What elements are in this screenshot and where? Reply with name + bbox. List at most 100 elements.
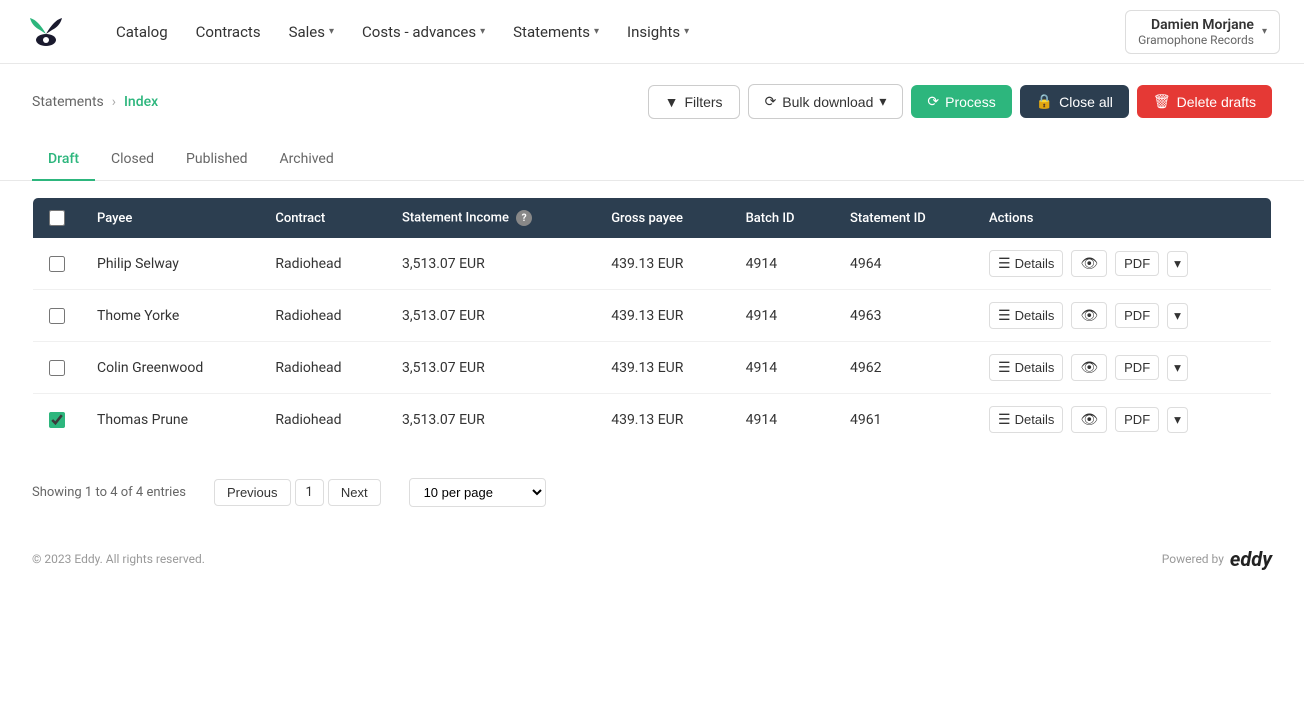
statements-table: Payee Contract Statement Income ? Gross … [32, 197, 1272, 446]
nav-links: Catalog Contracts Sales ▾ Costs - advanc… [116, 23, 1093, 41]
actions-cell: ☰ Details 👁 PDF ▾ [973, 238, 1271, 290]
footer-brand: Powered by eddy [1162, 547, 1272, 571]
nav-catalog[interactable]: Catalog [116, 23, 168, 41]
tab-closed[interactable]: Closed [95, 139, 170, 181]
filter-icon: ▼ [665, 94, 679, 110]
gross-payee-cell: 439.13 EUR [595, 290, 729, 342]
batch-id-header: Batch ID [730, 198, 834, 239]
statements-chevron-icon: ▾ [594, 26, 599, 37]
details-button-3[interactable]: ☰ Details [989, 406, 1063, 433]
row-dropdown-3[interactable]: ▾ [1167, 407, 1188, 433]
eye-button-1[interactable]: 👁 [1071, 302, 1107, 329]
row-dropdown-2[interactable]: ▾ [1167, 355, 1188, 381]
table-row: Thome Yorke Radiohead 3,513.07 EUR 439.1… [33, 290, 1272, 342]
table-header-row: Payee Contract Statement Income ? Gross … [33, 198, 1272, 239]
row-checkbox-1[interactable] [49, 308, 65, 324]
download-icon: ⟳ [765, 93, 777, 110]
user-name: Damien Morjane [1138, 17, 1254, 33]
close-all-button[interactable]: 🔒 Close all [1020, 85, 1129, 118]
tabs: Draft Closed Published Archived [0, 139, 1304, 181]
nav-statements[interactable]: Statements ▾ [513, 23, 599, 41]
eye-button-3[interactable]: 👁 [1071, 406, 1107, 433]
table-body: Philip Selway Radiohead 3,513.07 EUR 439… [33, 238, 1272, 446]
user-chevron-icon: ▾ [1262, 26, 1267, 37]
contract-cell: Radiohead [259, 238, 386, 290]
statement-income-header: Statement Income ? [386, 198, 595, 239]
contract-cell: Radiohead [259, 290, 386, 342]
breadcrumb-current: Index [124, 94, 158, 110]
row-dropdown-0[interactable]: ▾ [1167, 251, 1188, 277]
row-checkbox-3[interactable] [49, 412, 65, 428]
tab-published[interactable]: Published [170, 139, 263, 181]
details-button-0[interactable]: ☰ Details [989, 250, 1063, 277]
filters-button[interactable]: ▼ Filters [648, 85, 740, 119]
user-company: Gramophone Records [1138, 33, 1254, 47]
copyright: © 2023 Eddy. All rights reserved. [32, 552, 205, 566]
powered-by-text: Powered by [1162, 552, 1224, 566]
process-button[interactable]: ⟳ Process [911, 85, 1011, 118]
eye-button-0[interactable]: 👁 [1071, 250, 1107, 277]
payee-cell: Thome Yorke [81, 290, 259, 342]
list-icon: ☰ [998, 411, 1011, 428]
eye-icon: 👁 [1080, 307, 1098, 324]
batch-id-cell: 4914 [730, 238, 834, 290]
navbar: Catalog Contracts Sales ▾ Costs - advanc… [0, 0, 1304, 64]
statement-income-info-icon[interactable]: ? [516, 210, 532, 226]
breadcrumb-separator: › [112, 94, 116, 110]
list-icon: ☰ [998, 359, 1011, 376]
actions-cell: ☰ Details 👁 PDF ▾ [973, 290, 1271, 342]
row-checkbox-0[interactable] [49, 256, 65, 272]
table-row: Philip Selway Radiohead 3,513.07 EUR 439… [33, 238, 1272, 290]
gross-payee-cell: 439.13 EUR [595, 342, 729, 394]
logo[interactable] [24, 10, 68, 54]
payee-cell: Philip Selway [81, 238, 259, 290]
statement-id-cell: 4962 [834, 342, 973, 394]
details-button-1[interactable]: ☰ Details [989, 302, 1063, 329]
batch-id-cell: 4914 [730, 342, 834, 394]
row-chevron-icon: ▾ [1174, 360, 1181, 376]
previous-page-button[interactable]: Previous [214, 479, 291, 506]
bulk-download-button[interactable]: ⟳ Bulk download ▾ [748, 84, 904, 119]
eye-icon: 👁 [1080, 411, 1098, 428]
table-row: Thomas Prune Radiohead 3,513.07 EUR 439.… [33, 394, 1272, 446]
row-checkbox-cell [33, 238, 82, 290]
pdf-button-2[interactable]: PDF [1115, 355, 1159, 380]
per-page-select[interactable]: 10 per page 25 per page 50 per page 100 … [409, 478, 546, 507]
row-dropdown-1[interactable]: ▾ [1167, 303, 1188, 329]
batch-id-cell: 4914 [730, 394, 834, 446]
nav-costs[interactable]: Costs - advances ▾ [362, 23, 485, 41]
footer-brand-name: eddy [1230, 547, 1272, 571]
pdf-button-3[interactable]: PDF [1115, 407, 1159, 432]
page-header: Statements › Index ▼ Filters ⟳ Bulk down… [0, 64, 1304, 139]
row-chevron-icon: ▾ [1174, 412, 1181, 428]
statement-id-cell: 4964 [834, 238, 973, 290]
nav-contracts[interactable]: Contracts [196, 23, 261, 41]
trash-icon: 🗑 [1153, 93, 1171, 110]
row-checkbox-2[interactable] [49, 360, 65, 376]
row-chevron-icon: ▾ [1174, 256, 1181, 272]
eye-button-2[interactable]: 👁 [1071, 354, 1107, 381]
breadcrumb-parent[interactable]: Statements [32, 94, 104, 110]
tab-archived[interactable]: Archived [264, 139, 350, 181]
gross-payee-cell: 439.13 EUR [595, 238, 729, 290]
contract-header: Contract [259, 198, 386, 239]
footer: © 2023 Eddy. All rights reserved. Powere… [0, 523, 1304, 595]
nav-sales[interactable]: Sales ▾ [289, 23, 334, 41]
costs-chevron-icon: ▾ [480, 26, 485, 37]
nav-insights[interactable]: Insights ▾ [627, 23, 689, 41]
table-wrapper: Payee Contract Statement Income ? Gross … [0, 181, 1304, 462]
tab-draft[interactable]: Draft [32, 139, 95, 181]
payee-header: Payee [81, 198, 259, 239]
select-all-checkbox[interactable] [49, 210, 65, 226]
pdf-button-0[interactable]: PDF [1115, 251, 1159, 276]
statement-income-cell: 3,513.07 EUR [386, 238, 595, 290]
statement-id-cell: 4963 [834, 290, 973, 342]
sales-chevron-icon: ▾ [329, 26, 334, 37]
actions-cell: ☰ Details 👁 PDF ▾ [973, 342, 1271, 394]
delete-drafts-button[interactable]: 🗑 Delete drafts [1137, 85, 1272, 118]
pdf-button-1[interactable]: PDF [1115, 303, 1159, 328]
user-menu[interactable]: Damien Morjane Gramophone Records ▾ [1125, 10, 1280, 54]
pagination-controls: Previous 1 Next [214, 479, 381, 506]
details-button-2[interactable]: ☰ Details [989, 354, 1063, 381]
next-page-button[interactable]: Next [328, 479, 381, 506]
